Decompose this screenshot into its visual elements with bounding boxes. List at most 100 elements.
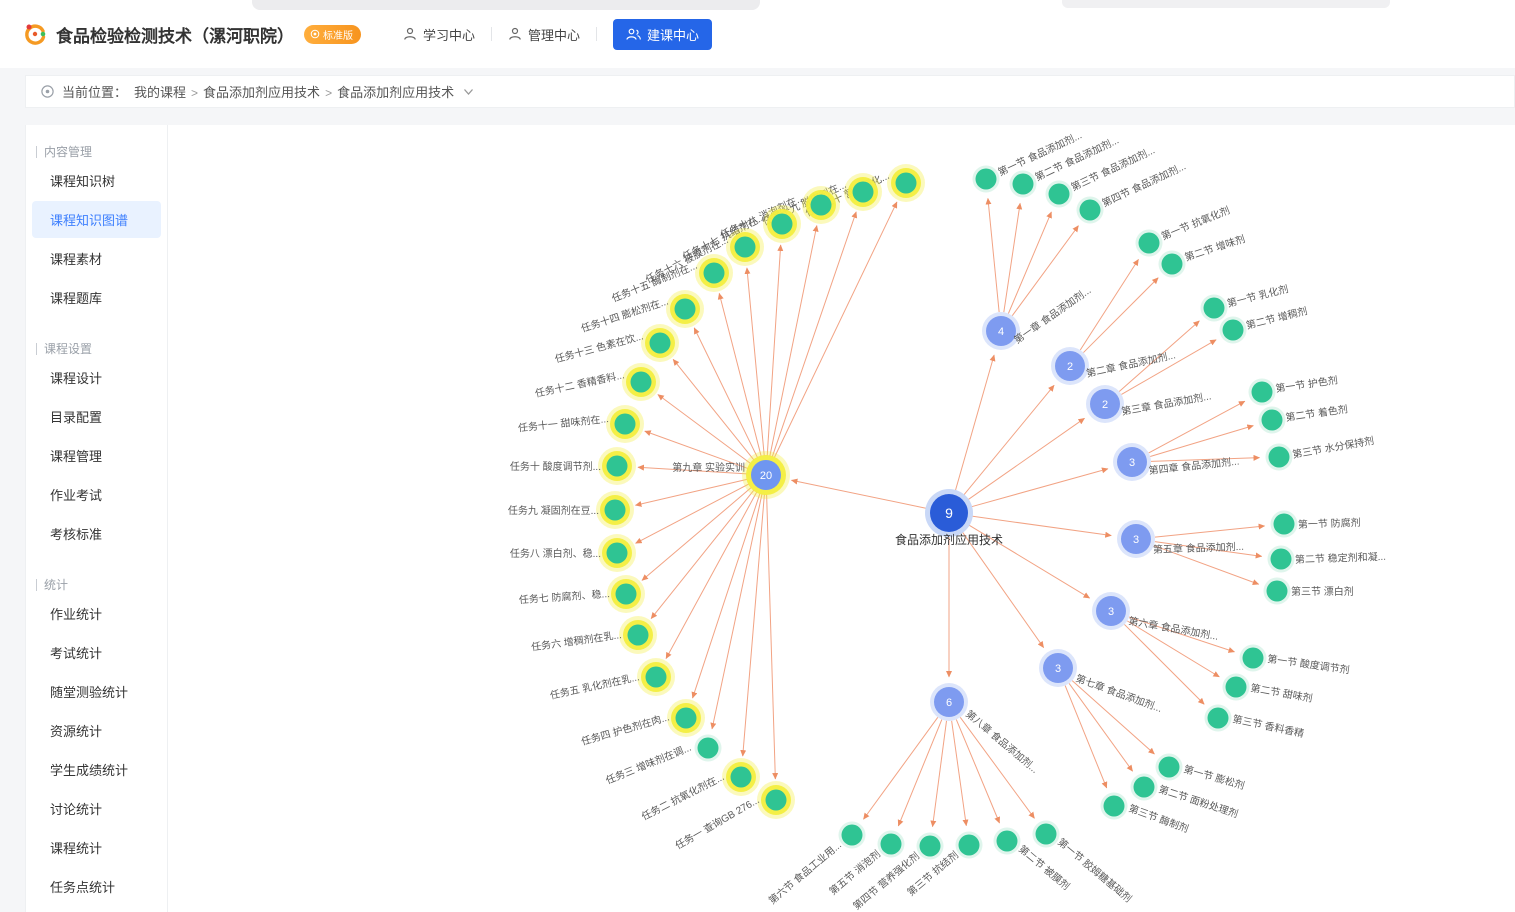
graph-node-ch9[interactable]: 20第九章 实验实训 (672, 451, 790, 499)
graph-node-s62[interactable]: 第二节 甜味剂 (1223, 674, 1314, 705)
sidebar-item-考核标准[interactable]: 考核标准 (32, 515, 161, 552)
node-label: 第二节 增味剂 (1183, 232, 1247, 264)
sidebar-item-考试统计[interactable]: 考试统计 (32, 634, 161, 671)
sidebar-section-title: 课程设置 (26, 340, 167, 357)
sidebar-item-课程知识图谱[interactable]: 课程知识图谱 (32, 201, 161, 238)
main-nav: 学习中心 管理中心 建课中心 (403, 19, 712, 50)
graph-node-t07[interactable]: 任务七 防腐剂、稳... (518, 575, 645, 613)
graph-edge (1080, 259, 1138, 350)
knowledge-graph[interactable]: 9食品添加剂应用技术4第一章 食品添加剂...2第二章 食品添加剂...2第三章… (168, 125, 1515, 912)
graph-node-ch1[interactable]: 4第一章 食品添加剂... (982, 284, 1093, 350)
node-label: 第五章 食品添加剂... (1153, 540, 1245, 556)
graph-edge (651, 490, 754, 619)
graph-node-s61[interactable]: 第一节 酸度调节剂 (1240, 645, 1351, 677)
graph-node-s53[interactable]: 第三节 漂白剂 (1264, 578, 1354, 605)
graph-edge (719, 293, 761, 456)
sidebar-item-课程统计[interactable]: 课程统计 (32, 829, 161, 866)
graph-nodes: 9食品添加剂应用技术4第一章 食品添加剂...2第二章 食品添加剂...2第三章… (508, 128, 1386, 912)
graph-node-t05[interactable]: 任务五 乳化剂在乳... (549, 658, 675, 702)
graph-node-s83[interactable]: 第三节 抗结剂 (904, 832, 982, 899)
graph-node-t14[interactable]: 任务十四 膨松剂在... (579, 290, 704, 335)
sidebar-item-作业考试[interactable]: 作业考试 (32, 476, 161, 513)
graph-node-s51[interactable]: 第一节 防腐剂 (1271, 511, 1361, 538)
nav-divider (596, 27, 597, 41)
top-artifact-left (252, 0, 760, 10)
sidebar-item-课程设计[interactable]: 课程设计 (32, 359, 161, 396)
graph-node-s85[interactable]: 第五节 消泡剂 (826, 831, 904, 898)
graph-node-t10[interactable]: 任务十 酸度调节剂... (510, 447, 636, 485)
graph-node-s81[interactable]: 第一节 胶姆糖基础剂 (1033, 821, 1135, 905)
graph-edge (1150, 426, 1253, 457)
graph-edge (962, 532, 1043, 648)
graph-edge (642, 487, 752, 580)
nav-admin-center[interactable]: 管理中心 (508, 25, 580, 44)
sidebar-item-随堂测验统计[interactable]: 随堂测验统计 (32, 673, 161, 710)
sidebar-item-课程知识树[interactable]: 课程知识树 (32, 162, 161, 199)
graph-node-s14[interactable]: 第四节 食品添加剂... (1077, 159, 1188, 223)
graph-node-ch5[interactable]: 3第五章 食品添加剂... (1117, 520, 1244, 558)
sidebar-item-资源统计[interactable]: 资源统计 (32, 712, 161, 749)
graph-edge (767, 494, 776, 779)
graph-node-s42[interactable]: 第二节 着色剂 (1259, 402, 1349, 433)
node-count: 6 (946, 697, 952, 709)
graph-node-s63[interactable]: 第三节 香料香精 (1205, 705, 1306, 741)
sidebar-item-课程素材[interactable]: 课程素材 (32, 240, 161, 277)
graph-node-t11[interactable]: 任务十一 甜味剂在... (517, 405, 644, 443)
nav-course-builder-button[interactable]: 建课中心 (613, 19, 712, 50)
sidebar-item-目录配置[interactable]: 目录配置 (32, 398, 161, 435)
chevron-down-icon[interactable] (463, 88, 474, 96)
sidebar-item-学生成绩统计[interactable]: 学生成绩统计 (32, 751, 161, 788)
sidebar-item-课程管理[interactable]: 课程管理 (32, 437, 161, 474)
graph-node-t12[interactable]: 任务十二 香精香料... (534, 363, 660, 401)
graph-edge (636, 484, 750, 543)
node-label: 第二节 增稠剂 (1245, 304, 1309, 332)
graph-node-t06[interactable]: 任务六 增稠剂在乳... (530, 616, 657, 654)
section-bar (36, 579, 37, 591)
node-label: 任务三 增味剂在调... (604, 741, 693, 787)
graph-node-ch2[interactable]: 2第二章 食品添加剂... (1051, 347, 1177, 385)
breadcrumb-separator: > (325, 86, 332, 100)
graph-node-ch6[interactable]: 3第六章 食品添加剂... (1092, 592, 1219, 643)
breadcrumb-item[interactable]: 我的课程 (134, 85, 186, 100)
graph-node-ch8[interactable]: 6第八章 食品添加剂... (930, 683, 1041, 776)
graph-node-s86[interactable]: 第六节 食品工业用... (766, 822, 866, 907)
graph-node-s32[interactable]: 第二节 增稠剂 (1220, 304, 1309, 343)
graph-edge (1083, 278, 1158, 353)
node-label: 第二章 食品添加剂... (1085, 348, 1177, 380)
graph-node-t09[interactable]: 任务九 凝固剂在豆... (508, 491, 634, 529)
node-label: 第四节 营养强化剂 (850, 849, 922, 912)
graph-node-t13[interactable]: 任务十三 色素在饮... (553, 324, 679, 365)
sidebar-item-讨论统计[interactable]: 讨论统计 (32, 790, 161, 827)
graph-node-s52[interactable]: 第二节 稳定剂和凝... (1268, 546, 1387, 573)
graph-node-t04[interactable]: 任务四 护色剂在肉... (580, 699, 705, 748)
node-label: 第三节 酶制剂 (1127, 802, 1190, 836)
edition-badge-label: 标准版 (323, 27, 353, 42)
sidebar-section-title: 内容管理 (26, 143, 167, 160)
sidebar: 内容管理课程知识树课程知识图谱课程素材课程题库课程设置课程设计目录配置课程管理作… (25, 125, 168, 912)
sidebar-item-作业统计[interactable]: 作业统计 (32, 595, 161, 632)
graph-node-ch7[interactable]: 3第七章 食品添加剂... (1039, 649, 1164, 715)
breadcrumb-prefix: 当前位置： (62, 82, 127, 101)
graph-edge (1004, 203, 1020, 312)
graph-node-t03[interactable]: 任务三 增味剂在调... (604, 735, 722, 787)
graph-node-ch3[interactable]: 2第三章 食品添加剂... (1086, 385, 1212, 423)
section-bar (36, 343, 37, 355)
nav-learning-center[interactable]: 学习中心 (403, 25, 475, 44)
node-label: 第一节 胶姆糖基础剂 (1055, 835, 1134, 905)
graph-edge (898, 720, 941, 826)
sidebar-item-课程题库[interactable]: 课程题库 (32, 279, 161, 316)
sidebar-section: 内容管理课程知识树课程知识图谱课程素材课程题库 (26, 143, 167, 316)
graph-node-s41[interactable]: 第一节 护色剂 (1249, 373, 1339, 405)
sidebar-section-title: 统计 (26, 576, 167, 593)
node-label: 任务二 抗氧化剂在... (639, 770, 726, 823)
graph-edge (988, 198, 999, 312)
graph-edge (666, 492, 757, 659)
graph-node-t08[interactable]: 任务八 漂白剂、稳... (510, 534, 636, 572)
breadcrumb-item[interactable]: 食品添加剂应用技术 (203, 85, 320, 100)
graph-node-s43[interactable]: 第三节 水分保持剂 (1266, 434, 1376, 471)
graph-edge (1008, 212, 1051, 314)
sidebar-section: 课程设置课程设计目录配置课程管理作业考试考核标准 (26, 340, 167, 552)
node-label: 第六章 食品添加剂... (1127, 614, 1219, 643)
sidebar-item-任务点统计[interactable]: 任务点统计 (32, 868, 161, 905)
breadcrumb-item[interactable]: 食品添加剂应用技术 (337, 85, 454, 100)
